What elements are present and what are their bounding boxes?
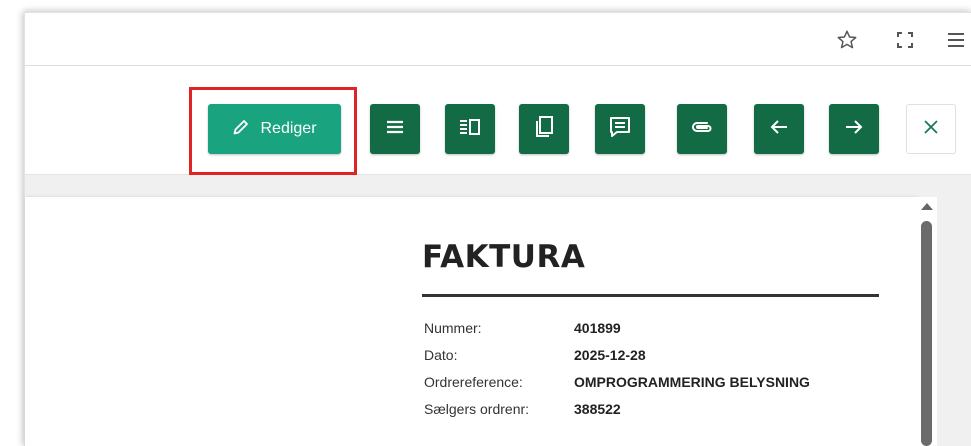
next-button[interactable] <box>829 104 879 154</box>
attachment-icon <box>690 117 714 142</box>
columns-icon <box>458 116 482 143</box>
pencil-icon <box>232 118 250 141</box>
close-button[interactable] <box>906 104 956 154</box>
field-label: Ordrereference: <box>424 374 523 390</box>
comment-button[interactable] <box>595 104 645 154</box>
invoice-title: FAKTURA <box>422 239 586 275</box>
close-icon <box>922 118 940 141</box>
field-value: 401899 <box>574 320 621 336</box>
field-label: Nummer: <box>424 320 482 336</box>
star-icon[interactable] <box>833 26 861 54</box>
title-divider <box>422 294 879 297</box>
field-value: 388522 <box>574 401 621 417</box>
arrow-left-icon <box>768 116 790 143</box>
field-value: OMPROGRAMMERING BELYSNING <box>574 374 810 390</box>
copy-button[interactable] <box>519 104 569 154</box>
comment-icon <box>608 115 632 144</box>
top-bar <box>25 13 971 66</box>
toolbar: Rediger <box>25 66 971 175</box>
edit-button[interactable]: Rediger <box>208 104 341 154</box>
fullscreen-icon[interactable] <box>891 26 919 54</box>
menu-icon[interactable] <box>942 26 970 54</box>
field-label: Dato: <box>424 347 458 363</box>
attachment-button[interactable] <box>677 104 727 154</box>
copy-icon <box>533 115 555 144</box>
field-value: 2025-12-28 <box>574 347 646 363</box>
arrow-right-icon <box>843 116 865 143</box>
field-label: Sælgers ordrenr: <box>424 401 530 417</box>
edit-button-label: Rediger <box>260 120 317 137</box>
scrollbar[interactable] <box>917 197 937 446</box>
list-icon <box>384 116 406 143</box>
columns-button[interactable] <box>445 104 495 154</box>
previous-button[interactable] <box>754 104 804 154</box>
app-window: Rediger FAKTURA Nummer: 401899 Dato: 202… <box>24 12 971 446</box>
scroll-up-arrow-icon[interactable] <box>921 203 933 210</box>
scroll-thumb[interactable] <box>921 221 932 446</box>
list-button[interactable] <box>370 104 420 154</box>
